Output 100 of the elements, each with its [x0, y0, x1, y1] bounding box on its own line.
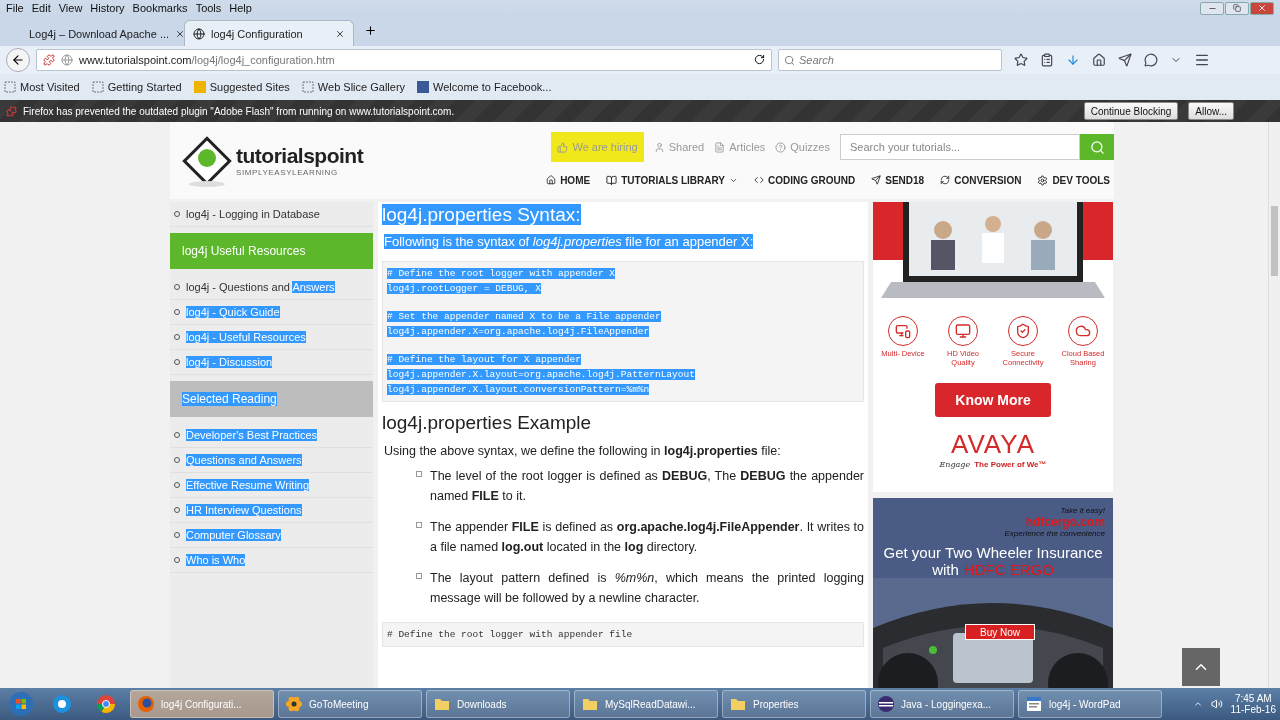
question-icon	[775, 141, 787, 153]
close-icon[interactable]	[335, 28, 345, 39]
bookmark-icon	[4, 81, 16, 93]
bookmark-link[interactable]: Getting Started	[107, 81, 182, 93]
address-field[interactable]: www.tutorialspoint.com/log4j/log4j_configuration.htm	[36, 49, 772, 71]
sidebar-link[interactable]: log4j - Logging in Database	[186, 208, 320, 220]
sidebar-heading: log4j Useful Resources	[170, 233, 373, 269]
bookmark-icon	[91, 81, 104, 93]
menu-item[interactable]: Edit	[29, 2, 57, 14]
notification-button[interactable]: Allow...	[1188, 102, 1234, 120]
nav-link[interactable]: CONVERSION	[940, 174, 1022, 186]
browser-tab[interactable]: Log4j – Download Apache ...	[14, 20, 184, 46]
know-more-button[interactable]: Know More	[935, 383, 1051, 417]
code-line: # Define the root logger with appender file	[387, 629, 634, 640]
list-item-text: The level of the root logger is defined as DEBUG, The DEBUG the appender named FILE to it.	[430, 468, 864, 505]
ad-headline: Get your Two Wheeler Insurance	[882, 544, 1104, 561]
new-tab-icon[interactable]	[364, 24, 377, 37]
notification-message: Firefox has prevented the outdated plugin "Adobe Flash" from running on www.tutorialspoint.com.	[23, 105, 455, 117]
section-heading: log4j.properties Syntax:	[382, 204, 582, 226]
nav-link[interactable]: HOME	[546, 174, 591, 186]
logo-name: tutorialspoint	[236, 144, 364, 168]
close-icon[interactable]	[175, 28, 186, 39]
menu-item[interactable]: Tools	[193, 2, 228, 14]
refresh-icon	[940, 175, 951, 185]
taskbar-button[interactable]: Properties	[722, 690, 866, 718]
sidebar-link[interactable]: log4j - Questions and Answers	[186, 281, 335, 293]
tab-title: log4j Configuration	[211, 27, 304, 40]
brand-name: AVAYA	[951, 429, 1035, 460]
bookmark-link[interactable]: Welcome to Facebook...	[433, 81, 552, 93]
chat-icon[interactable]	[1144, 53, 1158, 67]
taskbar-button[interactable]: Java - Loggingexa...	[870, 690, 1014, 718]
taskbar-button[interactable]: log4j - WordPad	[1018, 690, 1162, 718]
download-icon[interactable]	[1066, 53, 1080, 67]
plugin-icon	[6, 105, 17, 117]
nav-link[interactable]: CODING GROUND	[754, 174, 856, 186]
tab-title: Log4j – Download Apache ...	[29, 27, 170, 40]
menu-item[interactable]: Help	[227, 2, 258, 14]
close-icon	[1257, 3, 1267, 13]
intro-text: Following is the syntax of log4j.properties file for an appender X:	[384, 234, 755, 249]
code-icon	[754, 175, 764, 185]
thumbs-up-icon	[557, 141, 569, 153]
taskbar-button[interactable]: MySqlReadDatawi...	[574, 690, 718, 718]
sidebar-heading: Selected Reading	[170, 381, 373, 417]
user-icon	[653, 141, 665, 153]
square-icon	[417, 81, 430, 93]
buy-now-button[interactable]: Buy Now	[965, 624, 1035, 640]
plugin-icon	[43, 54, 55, 66]
ad-site: hdfcergo.com	[1025, 515, 1105, 529]
back-arrow-icon	[11, 53, 25, 67]
taskbar-button[interactable]: GoToMeeting	[278, 690, 422, 718]
search-icon	[784, 54, 795, 66]
clipboard-icon[interactable]	[1040, 53, 1054, 67]
slogan: The Power of We™	[974, 460, 1047, 469]
paper-plane-icon	[871, 175, 882, 185]
nav-link[interactable]: DEV TOOLS	[1037, 174, 1110, 186]
book-icon	[606, 174, 618, 186]
scrollbar[interactable]	[1268, 122, 1280, 688]
logo-tagline: SIMPLYEASYLEARNING	[236, 168, 339, 177]
globe-icon	[61, 54, 73, 66]
globe-icon	[193, 27, 205, 40]
clock[interactable]: 7:45 AM 11-Feb-16	[1230, 693, 1276, 715]
menu-item[interactable]: View	[56, 2, 89, 14]
menu-item[interactable]: History	[88, 2, 131, 14]
nav-link[interactable]: TUTORIALS LIBRARY	[606, 174, 738, 186]
list-item-text: The appender FILE is defined as org.apache.log4j.FileAppender. It writes to a file named log.out located in the log directory.	[430, 519, 864, 556]
speaker-icon[interactable]	[1210, 698, 1223, 710]
menu-item[interactable]: Bookmarks	[130, 2, 194, 14]
document-icon	[1025, 695, 1043, 713]
taskbar-button[interactable]: Downloads	[426, 690, 570, 718]
flower-icon	[285, 695, 303, 713]
search-field[interactable]: Search	[778, 49, 1002, 71]
close-button[interactable]	[1250, 1, 1274, 15]
bookmark-icon	[301, 81, 314, 93]
ad-brand: HDFC ERGO	[963, 561, 1054, 578]
menu-icon[interactable]	[1194, 52, 1210, 68]
home-icon	[546, 175, 557, 185]
list-item-text: The layout pattern defined is %m%n, which means the printed logging message will be followed by a newline character.	[430, 570, 864, 607]
bookmark-link[interactable]: Web Slice Gallery	[317, 81, 406, 93]
bookmark-link[interactable]: Most Visited	[20, 81, 80, 93]
url-path: /log4j/log4j_configuration.htm	[191, 54, 335, 66]
menu-item[interactable]: File	[4, 2, 30, 14]
ad-tagline: Take it easy!	[1060, 506, 1105, 515]
restore-button[interactable]	[1225, 1, 1249, 15]
nav-link[interactable]: SEND18	[871, 174, 925, 186]
tutorial-search-field[interactable]: Search your tutorials...	[840, 134, 1080, 160]
send-icon[interactable]	[1118, 53, 1132, 67]
ad-text: with	[932, 561, 959, 578]
slogan-script: Engage	[939, 460, 971, 469]
bullet-icon	[416, 573, 422, 579]
notification-button[interactable]: Continue Blocking	[1083, 102, 1179, 120]
star-icon[interactable]	[1014, 53, 1028, 67]
ad-subtitle: Experience the convenience	[1004, 529, 1105, 538]
document-icon	[714, 141, 726, 153]
reload-icon[interactable]	[754, 53, 765, 65]
browser-tab[interactable]: log4j Configuration	[184, 20, 354, 46]
bookmark-link[interactable]: Suggested Sites	[209, 81, 290, 93]
restore-icon	[1233, 4, 1241, 12]
home-icon[interactable]	[1092, 53, 1106, 67]
bullet-icon	[416, 471, 422, 477]
back-button[interactable]	[6, 48, 30, 72]
